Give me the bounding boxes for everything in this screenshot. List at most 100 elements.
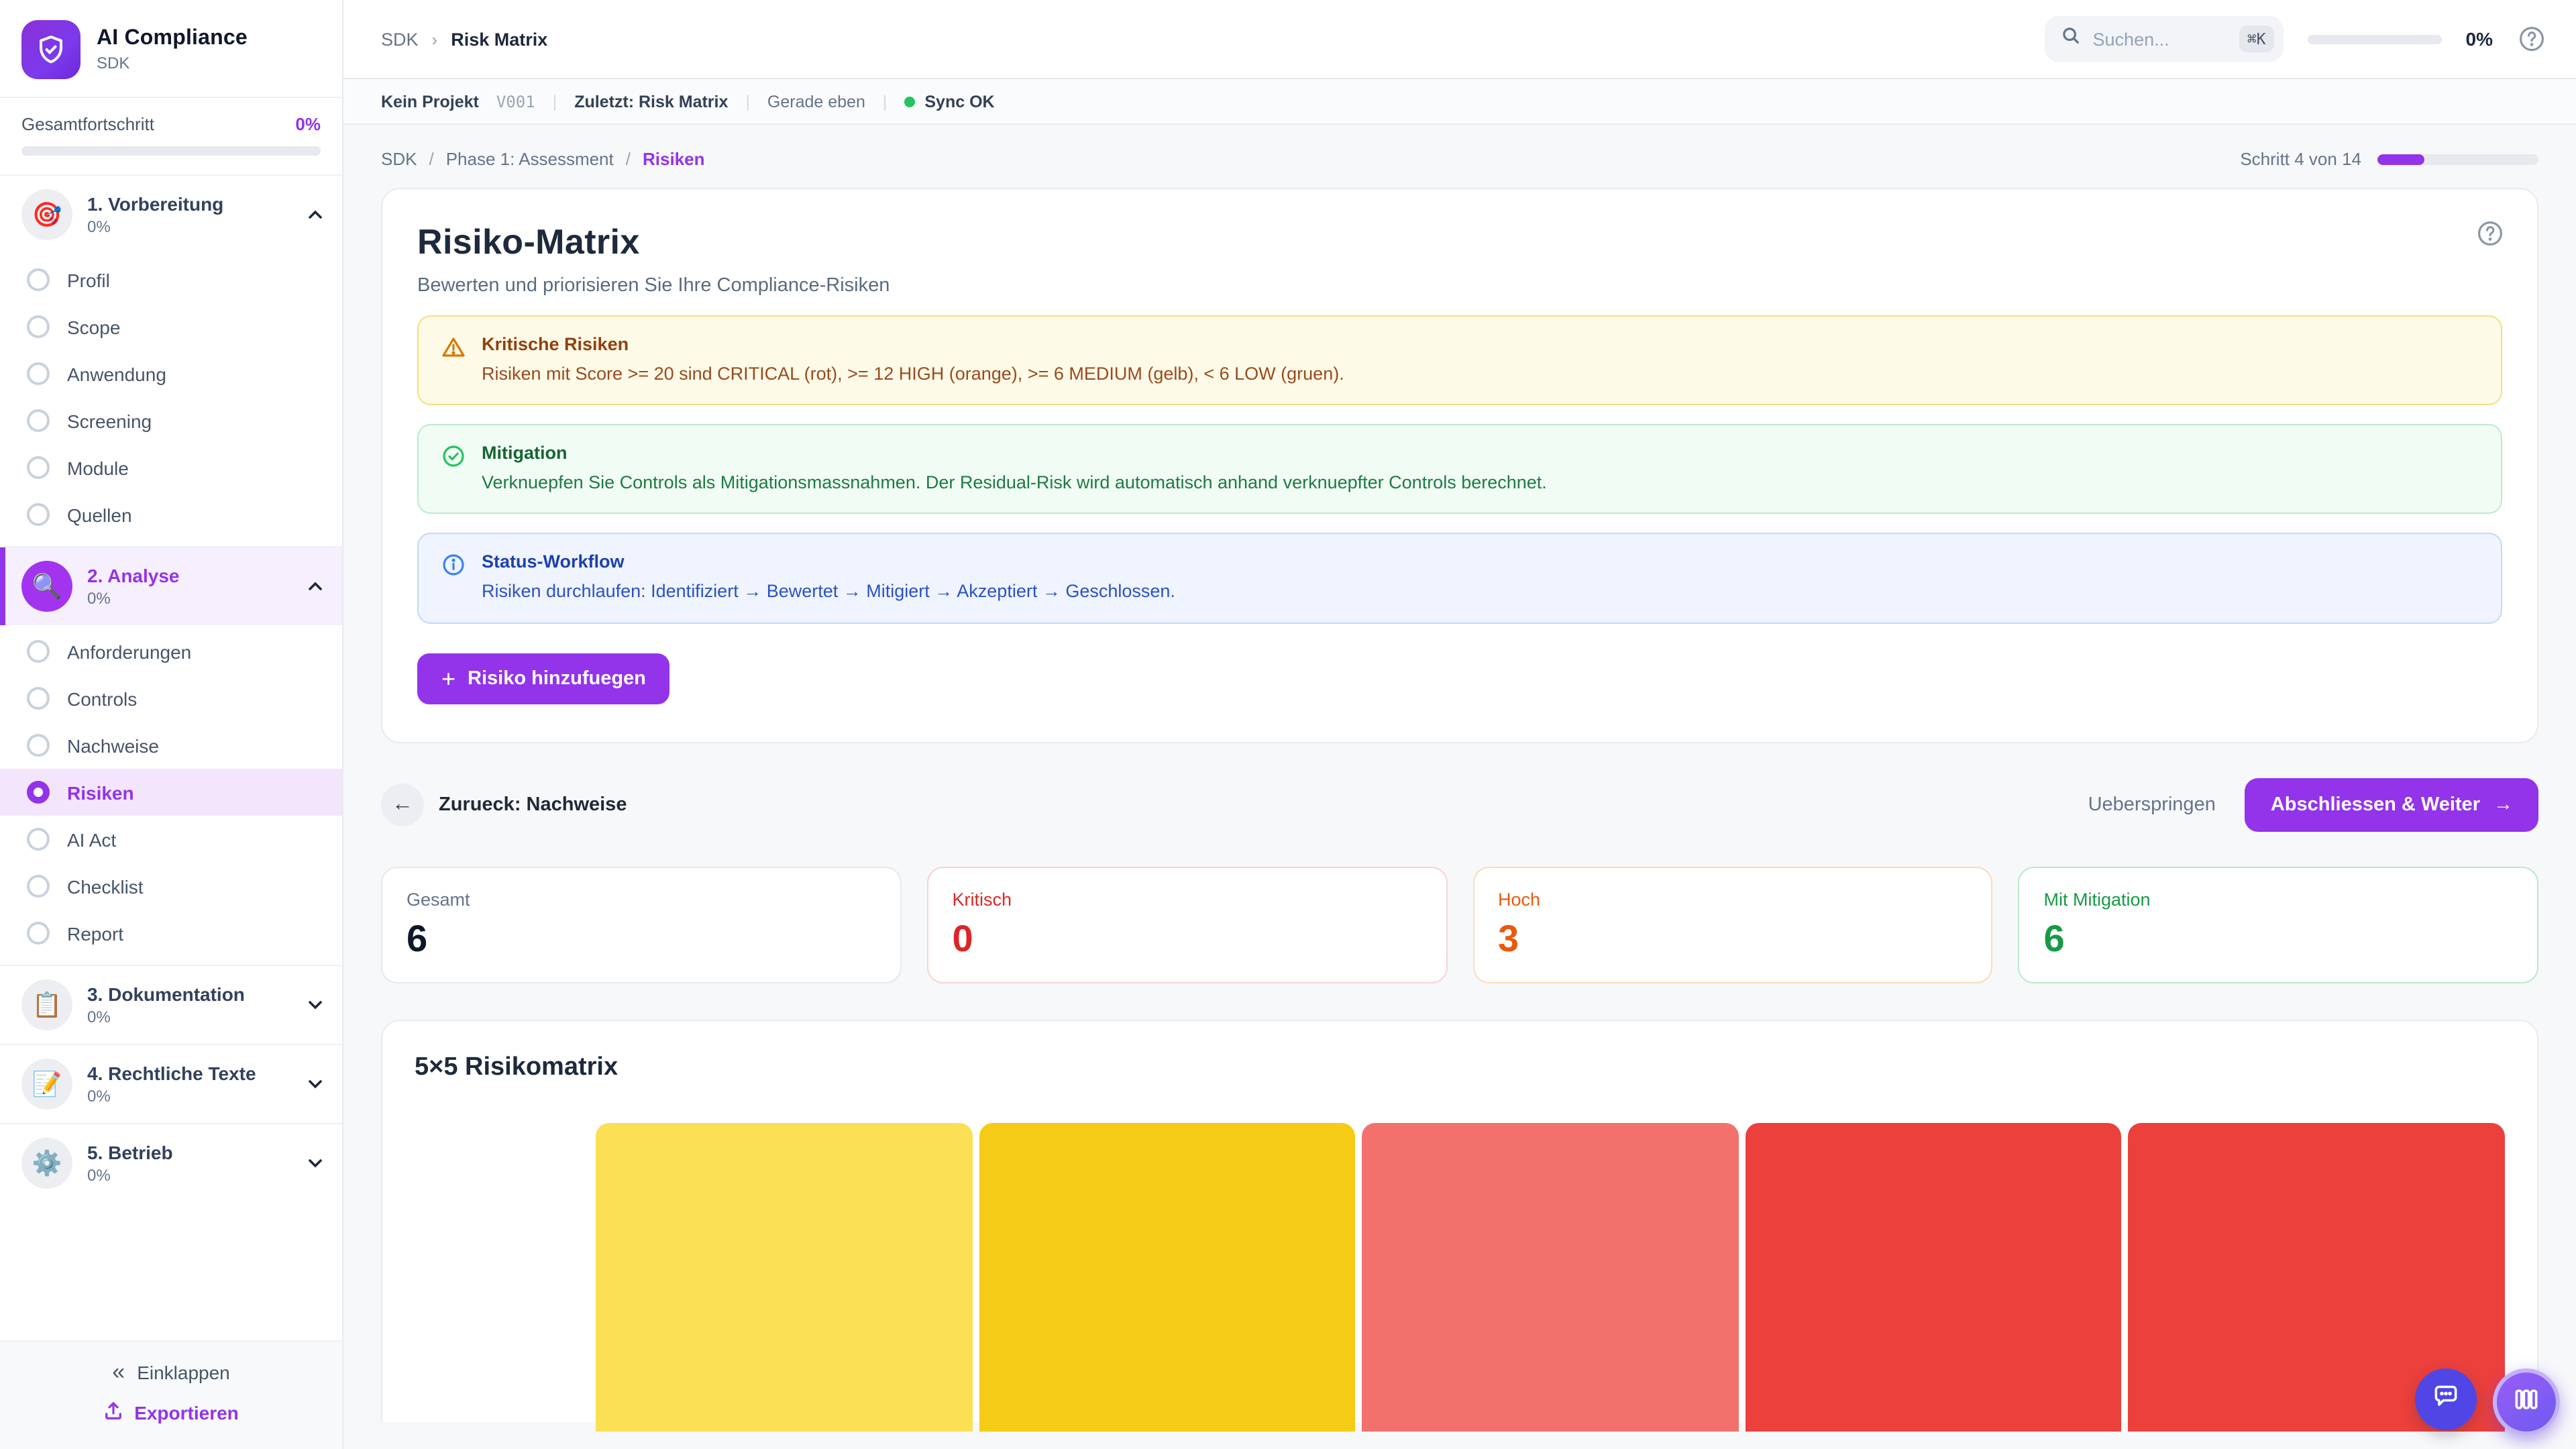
page-breadcrumb: SDK / Phase 1: Assessment / Risiken bbox=[381, 149, 705, 169]
section-percent: 0% bbox=[87, 1008, 292, 1027]
breadcrumb-root[interactable]: SDK bbox=[381, 29, 419, 49]
sidebar-item-nachweise[interactable]: Nachweise bbox=[0, 722, 342, 769]
app-title: AI Compliance bbox=[97, 27, 248, 51]
search-icon bbox=[2061, 25, 2081, 52]
chevron-up-icon bbox=[307, 578, 323, 594]
breadcrumb-sdk[interactable]: SDK bbox=[381, 149, 417, 169]
radio-icon bbox=[27, 875, 50, 898]
clipboard-emoji-icon: 📋 bbox=[21, 979, 72, 1030]
skip-button[interactable]: Ueberspringen bbox=[2088, 794, 2216, 815]
status-bar: Kein Projekt V001 | Zuletzt: Risk Matrix… bbox=[343, 79, 2576, 125]
sidebar-item-scope[interactable]: Scope bbox=[0, 303, 342, 350]
target-emoji-icon: 🎯 bbox=[21, 189, 72, 240]
board-columns-fab-button[interactable] bbox=[2493, 1368, 2560, 1436]
step-progress: Schritt 4 von 14 bbox=[2240, 149, 2538, 169]
radio-icon bbox=[27, 315, 50, 338]
sidebar-section-vorbereitung[interactable]: 🎯 1. Vorbereitung 0% bbox=[0, 176, 342, 254]
separator: | bbox=[883, 92, 888, 111]
sidebar-item-screening[interactable]: Screening bbox=[0, 397, 342, 444]
matrix-cell[interactable] bbox=[979, 1122, 1355, 1431]
radio-icon bbox=[27, 734, 50, 757]
overall-progress-bar bbox=[21, 146, 321, 156]
radio-icon bbox=[27, 687, 50, 710]
matrix-cell[interactable] bbox=[596, 1122, 972, 1431]
export-button[interactable]: Exportieren bbox=[103, 1401, 239, 1425]
overall-progress-percent: 0% bbox=[295, 114, 321, 134]
step-progress-fill bbox=[2377, 154, 2424, 164]
sidebar-item-anwendung[interactable]: Anwendung bbox=[0, 350, 342, 397]
infobox-title: Status-Workflow bbox=[482, 552, 1175, 572]
page-title: Risiko-Matrix bbox=[417, 221, 2502, 263]
double-chevron-left-icon: « bbox=[112, 1360, 125, 1383]
step-label: Schritt 4 von 14 bbox=[2240, 149, 2361, 169]
search-input[interactable]: Suchen... ⌘K bbox=[2045, 16, 2284, 62]
radio-icon bbox=[27, 503, 50, 526]
section-title: 5. Betrieb bbox=[87, 1142, 292, 1165]
matrix-cell[interactable] bbox=[1746, 1122, 2122, 1431]
wizard-nav-row: ← Zurueck: Nachweise Ueberspringen Absch… bbox=[381, 777, 2538, 831]
sync-ok-dot-icon bbox=[904, 96, 915, 107]
stat-card-hoch: Hoch 3 bbox=[1472, 866, 1993, 983]
sidebar-item-report[interactable]: Report bbox=[0, 910, 342, 957]
section-percent: 0% bbox=[87, 218, 292, 237]
arrow-right-icon: → bbox=[2493, 794, 2513, 815]
sidebar-item-risiken[interactable]: Risiken bbox=[0, 769, 342, 816]
help-icon[interactable] bbox=[2475, 219, 2505, 248]
infobox-title: Mitigation bbox=[482, 443, 1547, 463]
radio-icon bbox=[27, 922, 50, 945]
breadcrumb: SDK › Risk Matrix bbox=[381, 29, 547, 49]
sidebar-section-rechtliche-texte[interactable]: 📝 4. Rechtliche Texte 0% bbox=[0, 1045, 342, 1123]
sidebar-footer: « Einklappen Exportieren bbox=[0, 1340, 342, 1449]
sidebar-section-betrieb[interactable]: ⚙️ 5. Betrieb 0% bbox=[0, 1124, 342, 1202]
header-progress-bar bbox=[2308, 34, 2442, 44]
stat-card-gesamt: Gesamt 6 bbox=[381, 866, 902, 983]
matrix-row-label-gutter bbox=[415, 1122, 589, 1431]
back-button[interactable]: ← Zurueck: Nachweise bbox=[381, 783, 627, 826]
last-visited: Zuletzt: Risk Matrix bbox=[574, 92, 728, 111]
matrix-cell[interactable] bbox=[1362, 1122, 1738, 1431]
sidebar-section-analyse[interactable]: 🔍 2. Analyse 0% bbox=[0, 547, 342, 625]
sidebar-item-ai-act[interactable]: AI Act bbox=[0, 816, 342, 863]
arrow-left-icon: ← bbox=[381, 783, 424, 826]
finish-next-button[interactable]: Abschliessen & Weiter → bbox=[2245, 777, 2538, 831]
risk-matrix-card: Risiko-Matrix Bewerten und priorisieren … bbox=[381, 188, 2538, 743]
breadcrumb-risiken: Risiken bbox=[643, 149, 705, 169]
step-progress-bar bbox=[2377, 154, 2538, 164]
radio-icon bbox=[27, 362, 50, 385]
page-subtitle: Bewerten und priorisieren Sie Ihre Compl… bbox=[417, 275, 2502, 297]
help-icon[interactable] bbox=[2517, 24, 2546, 54]
columns-icon bbox=[2512, 1384, 2541, 1420]
sidebar-section-dokumentation[interactable]: 📋 3. Dokumentation 0% bbox=[0, 966, 342, 1044]
chevron-down-icon bbox=[307, 1155, 323, 1171]
section-title: 1. Vorbereitung bbox=[87, 193, 292, 217]
stats-row: Gesamt 6 Kritisch 0 Hoch 3 Mit Mitigatio… bbox=[381, 866, 2538, 983]
stat-card-mit-mitigation: Mit Mitigation 6 bbox=[2019, 866, 2539, 983]
info-circle-icon bbox=[441, 553, 466, 584]
sidebar-item-anforderungen[interactable]: Anforderungen bbox=[0, 628, 342, 675]
overall-progress: Gesamtfortschritt 0% bbox=[0, 98, 342, 174]
add-risk-button[interactable]: + Risiko hinzufuegen bbox=[417, 653, 670, 704]
breadcrumb-phase[interactable]: Phase 1: Assessment bbox=[446, 149, 614, 169]
status-workflow-infobox: Status-Workflow Risiken durchlaufen: Ide… bbox=[417, 533, 2502, 623]
chevron-right-icon: › bbox=[432, 29, 438, 49]
top-bar: SDK › Risk Matrix Suchen... ⌘K 0% bbox=[343, 0, 2576, 79]
header-progress-percent: 0% bbox=[2466, 28, 2493, 50]
main-area: SDK › Risk Matrix Suchen... ⌘K 0% bbox=[343, 0, 2576, 1449]
collapse-sidebar-button[interactable]: « Einklappen bbox=[112, 1360, 230, 1383]
overall-progress-label: Gesamtfortschritt bbox=[21, 114, 154, 134]
chat-fab-button[interactable] bbox=[2415, 1368, 2477, 1430]
risk-matrix-grid-card: 5×5 Risikomatrix bbox=[381, 1019, 2538, 1421]
radio-icon bbox=[27, 828, 50, 851]
sidebar-item-profil[interactable]: Profil bbox=[0, 256, 342, 303]
sidebar-item-controls[interactable]: Controls bbox=[0, 675, 342, 722]
section-percent: 0% bbox=[87, 1087, 292, 1106]
version-badge: V001 bbox=[496, 92, 535, 111]
sidebar-item-module[interactable]: Module bbox=[0, 444, 342, 491]
shield-check-logo-icon bbox=[21, 20, 80, 79]
sidebar-item-checklist[interactable]: Checklist bbox=[0, 863, 342, 910]
infobox-text: Risiken mit Score >= 20 sind CRITICAL (r… bbox=[482, 362, 1344, 386]
sidebar-item-quellen[interactable]: Quellen bbox=[0, 491, 342, 538]
radio-selected-icon bbox=[27, 781, 50, 804]
risk-matrix-grid bbox=[415, 1122, 2505, 1431]
chevron-up-icon bbox=[307, 207, 323, 223]
